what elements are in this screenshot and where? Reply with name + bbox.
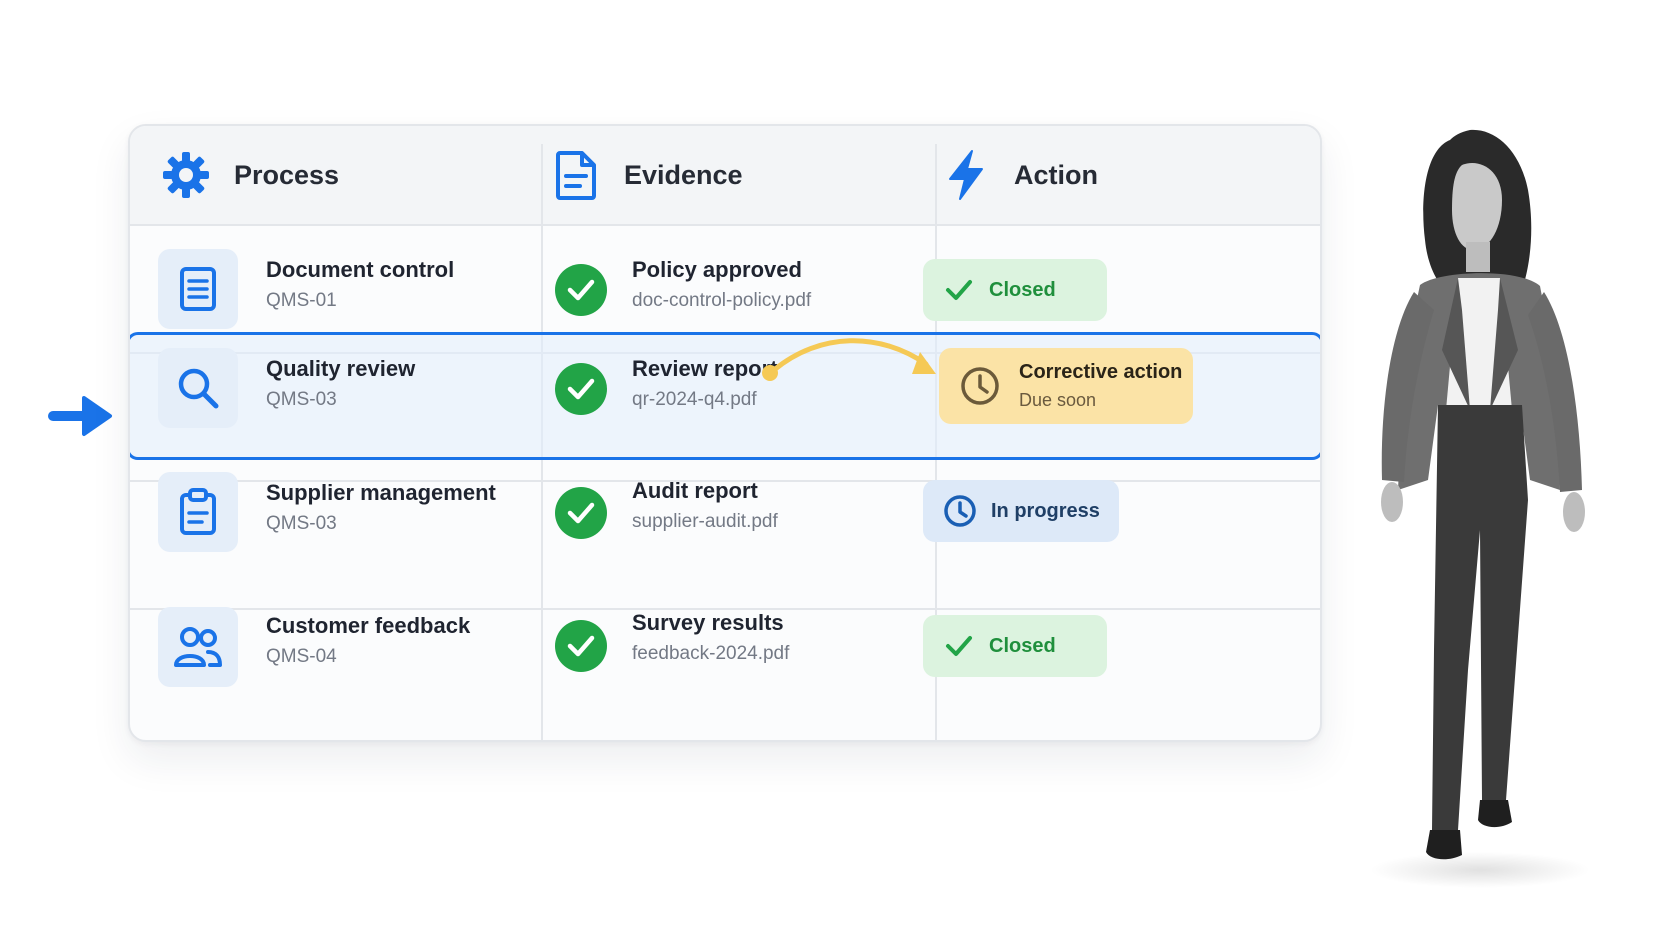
process-code: QMS-03 xyxy=(266,389,337,410)
status-label: Closed xyxy=(989,278,1056,301)
header-process-label: Process xyxy=(234,159,340,190)
users-icon xyxy=(158,607,238,687)
pointer-arrow-icon xyxy=(48,396,112,436)
header-evidence-label: Evidence xyxy=(624,159,743,190)
evidence-file[interactable]: doc-control-policy.pdf xyxy=(632,290,811,312)
process-code: QMS-04 xyxy=(266,646,337,667)
status-label: In progress xyxy=(991,499,1100,522)
table-row-selected[interactable]: Quality review QMS-03 Review report qr-2… xyxy=(130,348,1320,480)
header-action-label: Action xyxy=(1014,159,1098,190)
lightning-icon xyxy=(940,149,992,201)
gear-icon xyxy=(160,149,212,201)
evidence-file[interactable]: qr-2024-q4.pdf xyxy=(632,389,757,411)
table-row[interactable]: Customer feedback QMS-04 Survey results … xyxy=(130,607,1320,740)
check-circle-icon xyxy=(555,264,607,316)
clock-icon xyxy=(961,367,999,405)
evidence-title: Audit report xyxy=(632,478,758,503)
process-title: Supplier management xyxy=(266,480,496,505)
status-badge-in-progress[interactable]: In progress xyxy=(923,480,1119,542)
status-badge-corrective[interactable]: Corrective action Due soon xyxy=(939,348,1193,424)
evidence-file[interactable]: feedback-2024.pdf xyxy=(632,643,789,665)
search-icon xyxy=(158,348,238,428)
header-evidence: Evidence xyxy=(550,126,743,224)
status-badge-closed[interactable]: Closed xyxy=(923,259,1107,321)
evidence-title: Review report xyxy=(632,356,778,381)
check-icon xyxy=(946,280,972,300)
process-title: Customer feedback xyxy=(266,613,471,638)
check-circle-icon xyxy=(555,363,607,415)
check-circle-icon xyxy=(555,487,607,539)
check-circle-icon xyxy=(555,620,607,672)
evidence-title: Survey results xyxy=(632,610,784,635)
table-row[interactable]: Supplier management QMS-03 Audit report … xyxy=(130,472,1320,608)
process-title: Document control xyxy=(266,257,455,282)
clipboard-icon xyxy=(158,472,238,552)
process-code: QMS-01 xyxy=(266,290,337,311)
status-sublabel: Due soon xyxy=(1019,390,1097,410)
status-label: Corrective action xyxy=(1019,361,1183,383)
check-icon xyxy=(946,636,972,656)
header-process: Process xyxy=(160,126,339,224)
header-action: Action xyxy=(940,126,1098,224)
evidence-file[interactable]: supplier-audit.pdf xyxy=(632,511,778,533)
status-badge-closed[interactable]: Closed xyxy=(923,615,1107,677)
process-table: Process Evidence Action Document control… xyxy=(128,124,1322,742)
process-code: QMS-03 xyxy=(266,513,337,534)
process-title: Quality review xyxy=(266,356,416,381)
document-icon xyxy=(550,149,602,201)
person-photo xyxy=(1370,129,1590,888)
document-lines-icon xyxy=(158,249,238,329)
curved-connector-arrow xyxy=(762,338,936,381)
clock-icon xyxy=(944,495,976,527)
status-label: Closed xyxy=(989,634,1056,657)
evidence-title: Policy approved xyxy=(632,257,802,282)
